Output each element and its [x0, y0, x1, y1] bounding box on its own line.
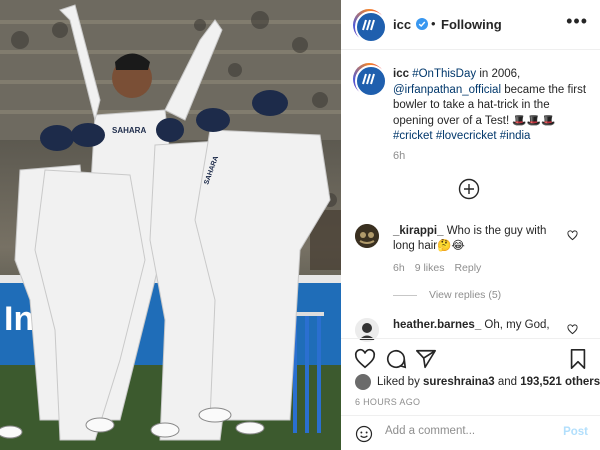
hashtag-onthisday[interactable]: #OnThisDay	[412, 68, 476, 80]
icc-logo-icon	[362, 19, 375, 31]
comment-text: heather.barnes_ Oh, my God,	[393, 318, 565, 333]
avatar-image	[355, 224, 379, 248]
shirt-sponsor-text: SAHARA	[112, 126, 146, 135]
liker-username[interactable]: sureshraina3	[423, 376, 495, 388]
caption-segment: in 2006,	[476, 68, 521, 80]
liker-avatar[interactable]	[355, 374, 371, 390]
caption-username[interactable]: icc	[393, 68, 409, 80]
verified-badge-icon	[416, 18, 428, 30]
liked-middle: and	[494, 376, 521, 388]
comment-username[interactable]: _kirappi_	[393, 225, 444, 237]
likes-count[interactable]: 193,521 others	[520, 376, 600, 388]
bookmark-icon[interactable]	[567, 348, 589, 370]
post-timestamp[interactable]: 6 HOURS AGO	[355, 397, 420, 407]
add-comment-bar: Post	[341, 415, 600, 450]
comment-body: Oh, my God,	[484, 319, 550, 331]
hashtag-india[interactable]: #india	[500, 130, 531, 142]
caption-author-avatar[interactable]	[353, 63, 387, 97]
comment-heart-icon[interactable]	[567, 324, 578, 335]
plus-circle-icon[interactable]	[458, 178, 480, 200]
comment-time[interactable]: 6h	[393, 262, 405, 274]
caption-time[interactable]: 6h	[393, 150, 405, 162]
hashtag-lovecricket[interactable]: #lovecricket	[436, 130, 497, 142]
replies-divider	[393, 294, 417, 296]
view-replies-label: View replies (5)	[429, 289, 502, 301]
post-side-panel: icc • Following ••• icc #OnThisDay in 20…	[341, 0, 600, 450]
view-replies-button[interactable]: View replies (5)	[393, 289, 501, 301]
author-avatar[interactable]	[353, 9, 387, 43]
comment-username[interactable]: heather.barnes_	[393, 319, 481, 331]
mention-irfanpathan[interactable]: @irfanpathan_official	[393, 84, 501, 96]
comment-likes[interactable]: 9 likes	[415, 262, 445, 274]
hashtag-cricket[interactable]: #cricket	[393, 130, 433, 142]
cricket-celebration-photo: Ina SAHARA SAHARA	[0, 0, 341, 450]
heart-icon[interactable]	[354, 348, 376, 370]
caption-text: icc #OnThisDay in 2006, @irfanpathan_off…	[393, 67, 593, 145]
liked-prefix: Liked by	[377, 376, 424, 388]
author-username[interactable]: icc	[393, 17, 411, 32]
comment-icon[interactable]	[385, 348, 407, 370]
comment-text: _kirappi_ Who is the guy with long hair🤔…	[393, 224, 565, 254]
post-actions	[341, 338, 600, 378]
emoji-icon[interactable]	[355, 425, 373, 443]
header-separator: •	[431, 16, 436, 31]
post-header: icc • Following •••	[341, 0, 600, 50]
share-icon[interactable]	[415, 348, 437, 370]
following-button[interactable]: Following	[441, 17, 502, 32]
add-comment-input[interactable]	[385, 425, 545, 437]
liked-by-text: Liked by sureshraina3 and 193,521 others	[377, 376, 600, 388]
comment-meta: 6h 9 likes Reply	[393, 262, 491, 274]
post-photo[interactable]: Ina SAHARA SAHARA	[0, 0, 341, 450]
comment-reply-button[interactable]: Reply	[454, 262, 481, 274]
post-comment-button[interactable]: Post	[563, 426, 588, 438]
more-horizontal-icon[interactable]: •••	[566, 12, 588, 30]
icc-logo-icon	[362, 73, 375, 85]
commenter-avatar[interactable]	[355, 224, 379, 248]
comment-heart-icon[interactable]	[567, 230, 578, 241]
